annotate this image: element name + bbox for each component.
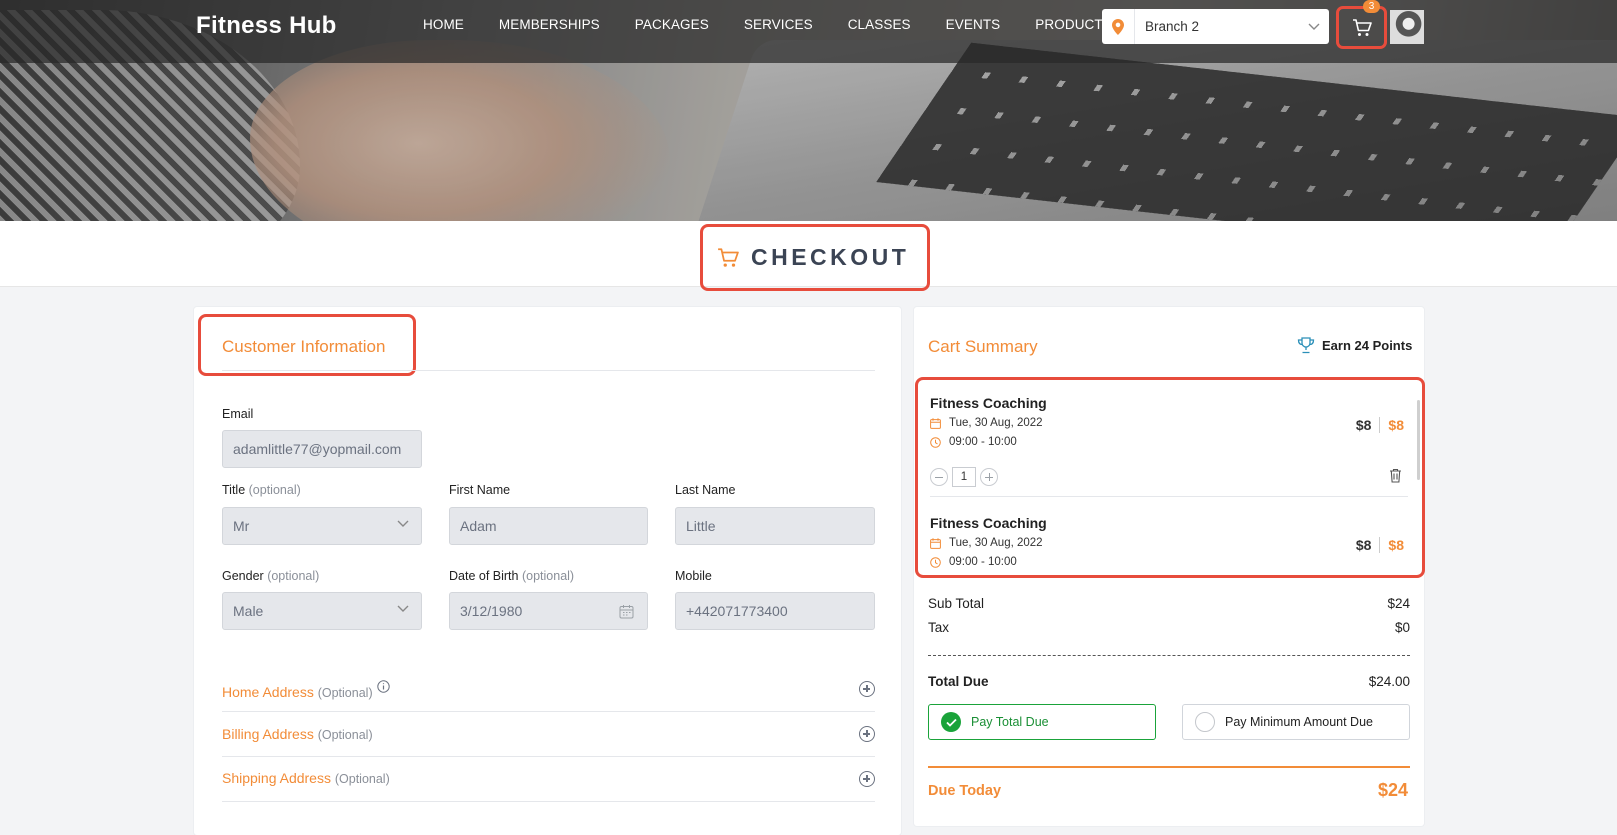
cart-item-time: 09:00 - 10:00 — [949, 556, 1017, 568]
cart-item-name: Fitness Coaching — [930, 515, 1047, 531]
nav-classes[interactable]: CLASSES — [848, 17, 911, 32]
nav-home[interactable]: HOME — [423, 17, 464, 32]
nav-products[interactable]: PRODUCTS — [1035, 17, 1112, 32]
first-name-field[interactable]: Adam — [449, 507, 648, 545]
last-name-label: Last Name — [675, 483, 736, 497]
quantity-stepper: 1 — [930, 467, 998, 487]
cart-icon — [1352, 18, 1372, 36]
trophy-icon — [1297, 337, 1315, 354]
cart-item: Fitness Coaching Tue, 30 Aug, 2022 09:00… — [930, 515, 1410, 568]
email-label: Email — [222, 407, 254, 421]
first-name-label: First Name — [449, 483, 511, 497]
cart-summary-title: Cart Summary — [928, 337, 1038, 356]
last-name-field[interactable]: Little — [675, 507, 875, 545]
pay-total-due-option[interactable]: Pay Total Due — [928, 704, 1156, 740]
pay-minimum-option[interactable]: Pay Minimum Amount Due — [1182, 704, 1410, 740]
cart-item-price: $8 $8 — [1355, 417, 1404, 433]
tax-row: Tax $0 — [928, 620, 1410, 635]
nav-events[interactable]: EVENTS — [946, 17, 1001, 32]
shipping-address-toggle[interactable]: Shipping Address (Optional) — [222, 770, 390, 786]
dob-field[interactable]: 3/12/1980 — [449, 592, 648, 630]
cart-items-list[interactable]: Fitness Coaching Tue, 30 Aug, 2022 09:00… — [915, 377, 1425, 578]
expand-shipping-address-icon[interactable] — [859, 771, 875, 787]
calendar-icon — [930, 417, 941, 429]
gender-label: Gender (optional) — [222, 569, 320, 583]
title-label: Title (optional) — [222, 483, 301, 497]
check-icon — [941, 712, 961, 732]
calendar-icon — [930, 537, 941, 549]
sub-total-row: Sub Total $24 — [928, 596, 1410, 611]
brand-logo[interactable]: Fitness Hub — [196, 12, 337, 40]
earn-points: Earn 24 Points — [1297, 337, 1412, 354]
branch-value: Branch 2 — [1145, 19, 1200, 34]
cart-item-date: Tue, 30 Aug, 2022 — [949, 537, 1043, 549]
home-address-toggle[interactable]: Home Address (Optional) — [222, 680, 390, 700]
expand-billing-address-icon[interactable] — [859, 726, 875, 742]
location-pin-icon — [1102, 9, 1135, 44]
expand-home-address-icon[interactable] — [859, 681, 875, 697]
billing-address-toggle[interactable]: Billing Address (Optional) — [222, 726, 373, 742]
page-title-text: CHECKOUT — [751, 244, 910, 270]
email-field[interactable]: adamlittle77@yopmail.com — [222, 430, 422, 468]
due-today-value: $24 — [1378, 780, 1409, 800]
radio-icon — [1195, 712, 1215, 732]
quantity-value[interactable]: 1 — [952, 467, 976, 487]
nav-packages[interactable]: PACKAGES — [635, 17, 709, 32]
nav-services[interactable]: SERVICES — [744, 17, 813, 32]
dob-label: Date of Birth (optional) — [449, 569, 575, 583]
page-title: CHECKOUT — [700, 224, 930, 291]
main-nav: HOME MEMBERSHIPS PACKAGES SERVICES CLASS… — [423, 17, 1147, 32]
calendar-icon[interactable] — [619, 604, 634, 619]
cart-item-price: $8 $8 — [1355, 537, 1404, 553]
cart-item-name: Fitness Coaching — [930, 395, 1047, 411]
chevron-down-icon — [397, 605, 409, 612]
top-navbar: Fitness Hub HOME MEMBERSHIPS PACKAGES SE… — [0, 0, 1617, 63]
gender-select[interactable]: Male — [222, 592, 422, 630]
cart-item-date: Tue, 30 Aug, 2022 — [949, 417, 1043, 429]
cart-count-badge: 3 — [1363, 0, 1380, 13]
items-scrollbar[interactable] — [1417, 400, 1420, 480]
chevron-down-icon — [1299, 23, 1329, 31]
nav-memberships[interactable]: MEMBERSHIPS — [499, 17, 600, 32]
cart-icon — [718, 247, 739, 267]
branch-select[interactable]: Branch 2 — [1102, 9, 1329, 44]
clock-icon — [930, 436, 941, 448]
total-due-row: Total Due $24.00 — [928, 674, 1410, 689]
user-avatar[interactable] — [1390, 10, 1424, 44]
decrease-quantity-button[interactable] — [930, 468, 948, 486]
mobile-field[interactable]: +442071773400 — [675, 592, 875, 630]
mobile-label: Mobile — [675, 569, 712, 583]
cart-item: Fitness Coaching Tue, 30 Aug, 2022 09:00… — [930, 395, 1410, 448]
due-today-label: Due Today — [928, 783, 1002, 799]
title-select[interactable]: Mr — [222, 507, 422, 545]
info-icon — [376, 680, 390, 693]
cart-item-time: 09:00 - 10:00 — [949, 436, 1017, 448]
trash-icon[interactable] — [1389, 468, 1402, 483]
clock-icon — [930, 556, 941, 568]
cart-button[interactable] — [1336, 6, 1387, 49]
increase-quantity-button[interactable] — [980, 468, 998, 486]
chevron-down-icon — [397, 520, 409, 527]
customer-info-title: Customer Information — [222, 337, 386, 356]
